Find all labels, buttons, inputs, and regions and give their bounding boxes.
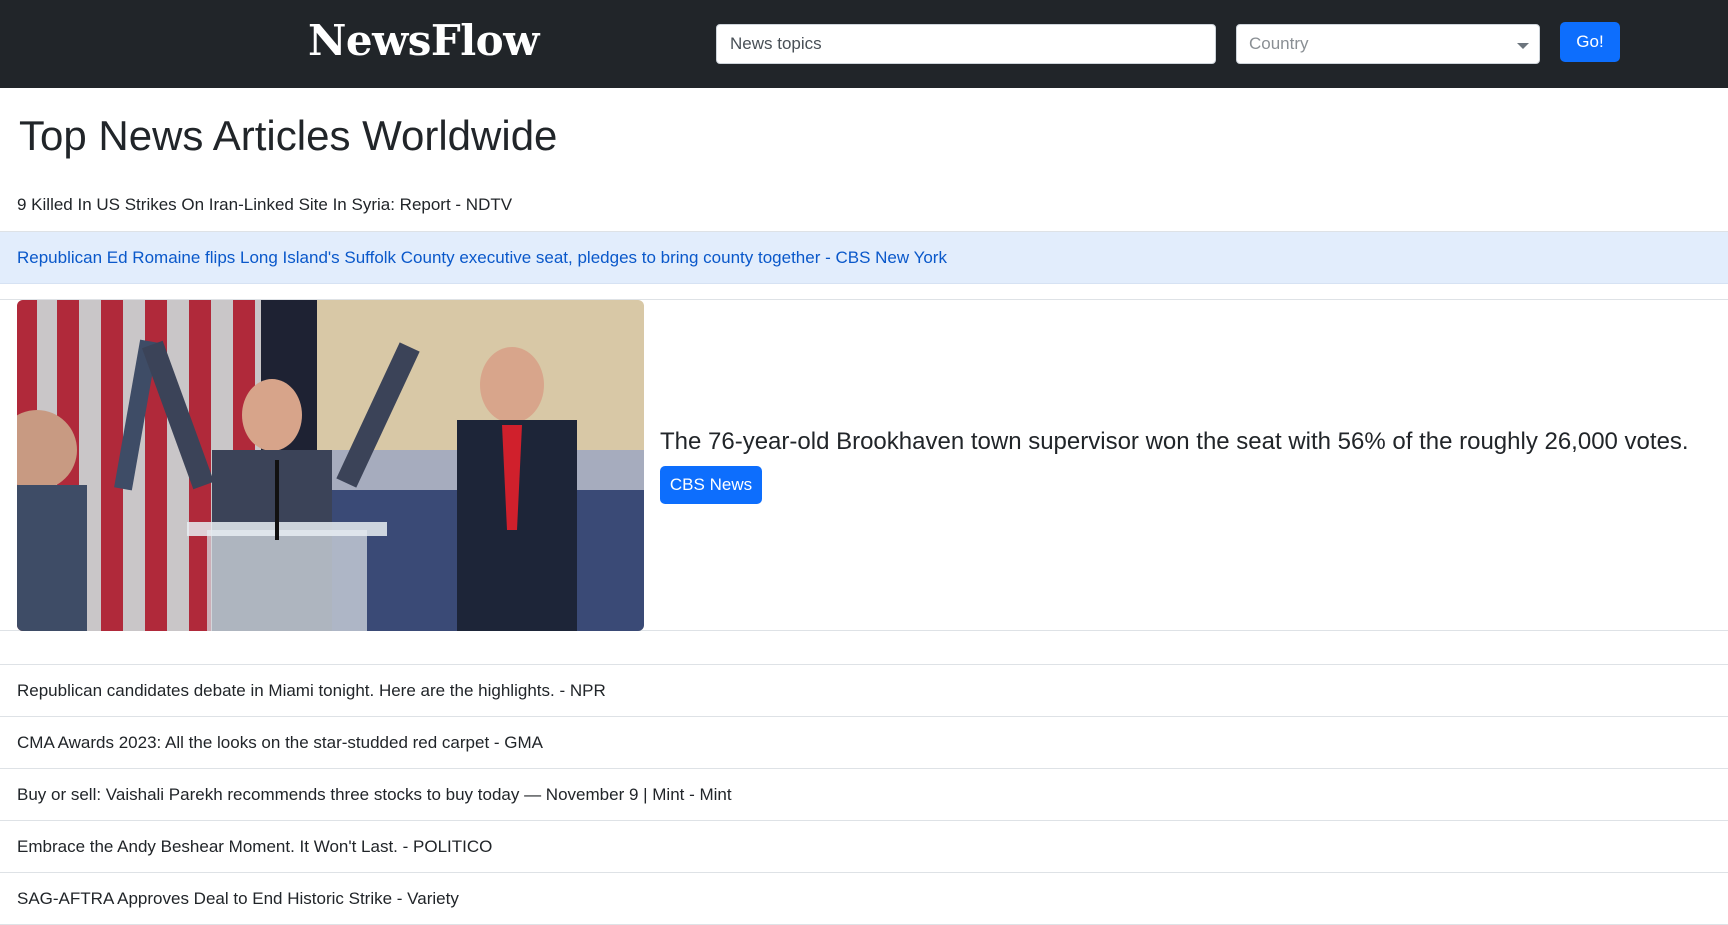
search-input[interactable]: [716, 24, 1216, 64]
country-select[interactable]: Country: [1236, 24, 1540, 64]
navbar: NewsFlow Country Go!: [0, 0, 1728, 88]
featured-image[interactable]: [17, 300, 644, 631]
divider: [0, 631, 1728, 665]
article-list: 9 Killed In US Strikes On Iran-Linked Si…: [0, 178, 1728, 925]
source-button[interactable]: CBS News: [660, 466, 762, 504]
list-item[interactable]: Embrace the Andy Beshear Moment. It Won'…: [0, 821, 1728, 873]
list-item-active[interactable]: Republican Ed Romaine flips Long Island'…: [0, 232, 1728, 284]
brand-logo[interactable]: NewsFlow: [308, 16, 539, 65]
page-title: Top News Articles Worldwide: [19, 112, 558, 159]
chevron-down-icon: [1517, 43, 1529, 49]
featured-description: The 76-year-old Brookhaven town supervis…: [660, 428, 1689, 455]
list-item[interactable]: Republican candidates debate in Miami to…: [0, 665, 1728, 717]
list-item[interactable]: CMA Awards 2023: All the looks on the st…: [0, 717, 1728, 769]
divider: [0, 284, 1728, 300]
list-item[interactable]: Buy or sell: Vaishali Parekh recommends …: [0, 769, 1728, 821]
list-item[interactable]: 9 Killed In US Strikes On Iran-Linked Si…: [0, 178, 1728, 232]
list-item[interactable]: SAG-AFTRA Approves Deal to End Historic …: [0, 873, 1728, 925]
country-select-label: Country: [1249, 34, 1309, 53]
featured-article: The 76-year-old Brookhaven town supervis…: [0, 300, 1728, 631]
go-button[interactable]: Go!: [1560, 22, 1620, 62]
